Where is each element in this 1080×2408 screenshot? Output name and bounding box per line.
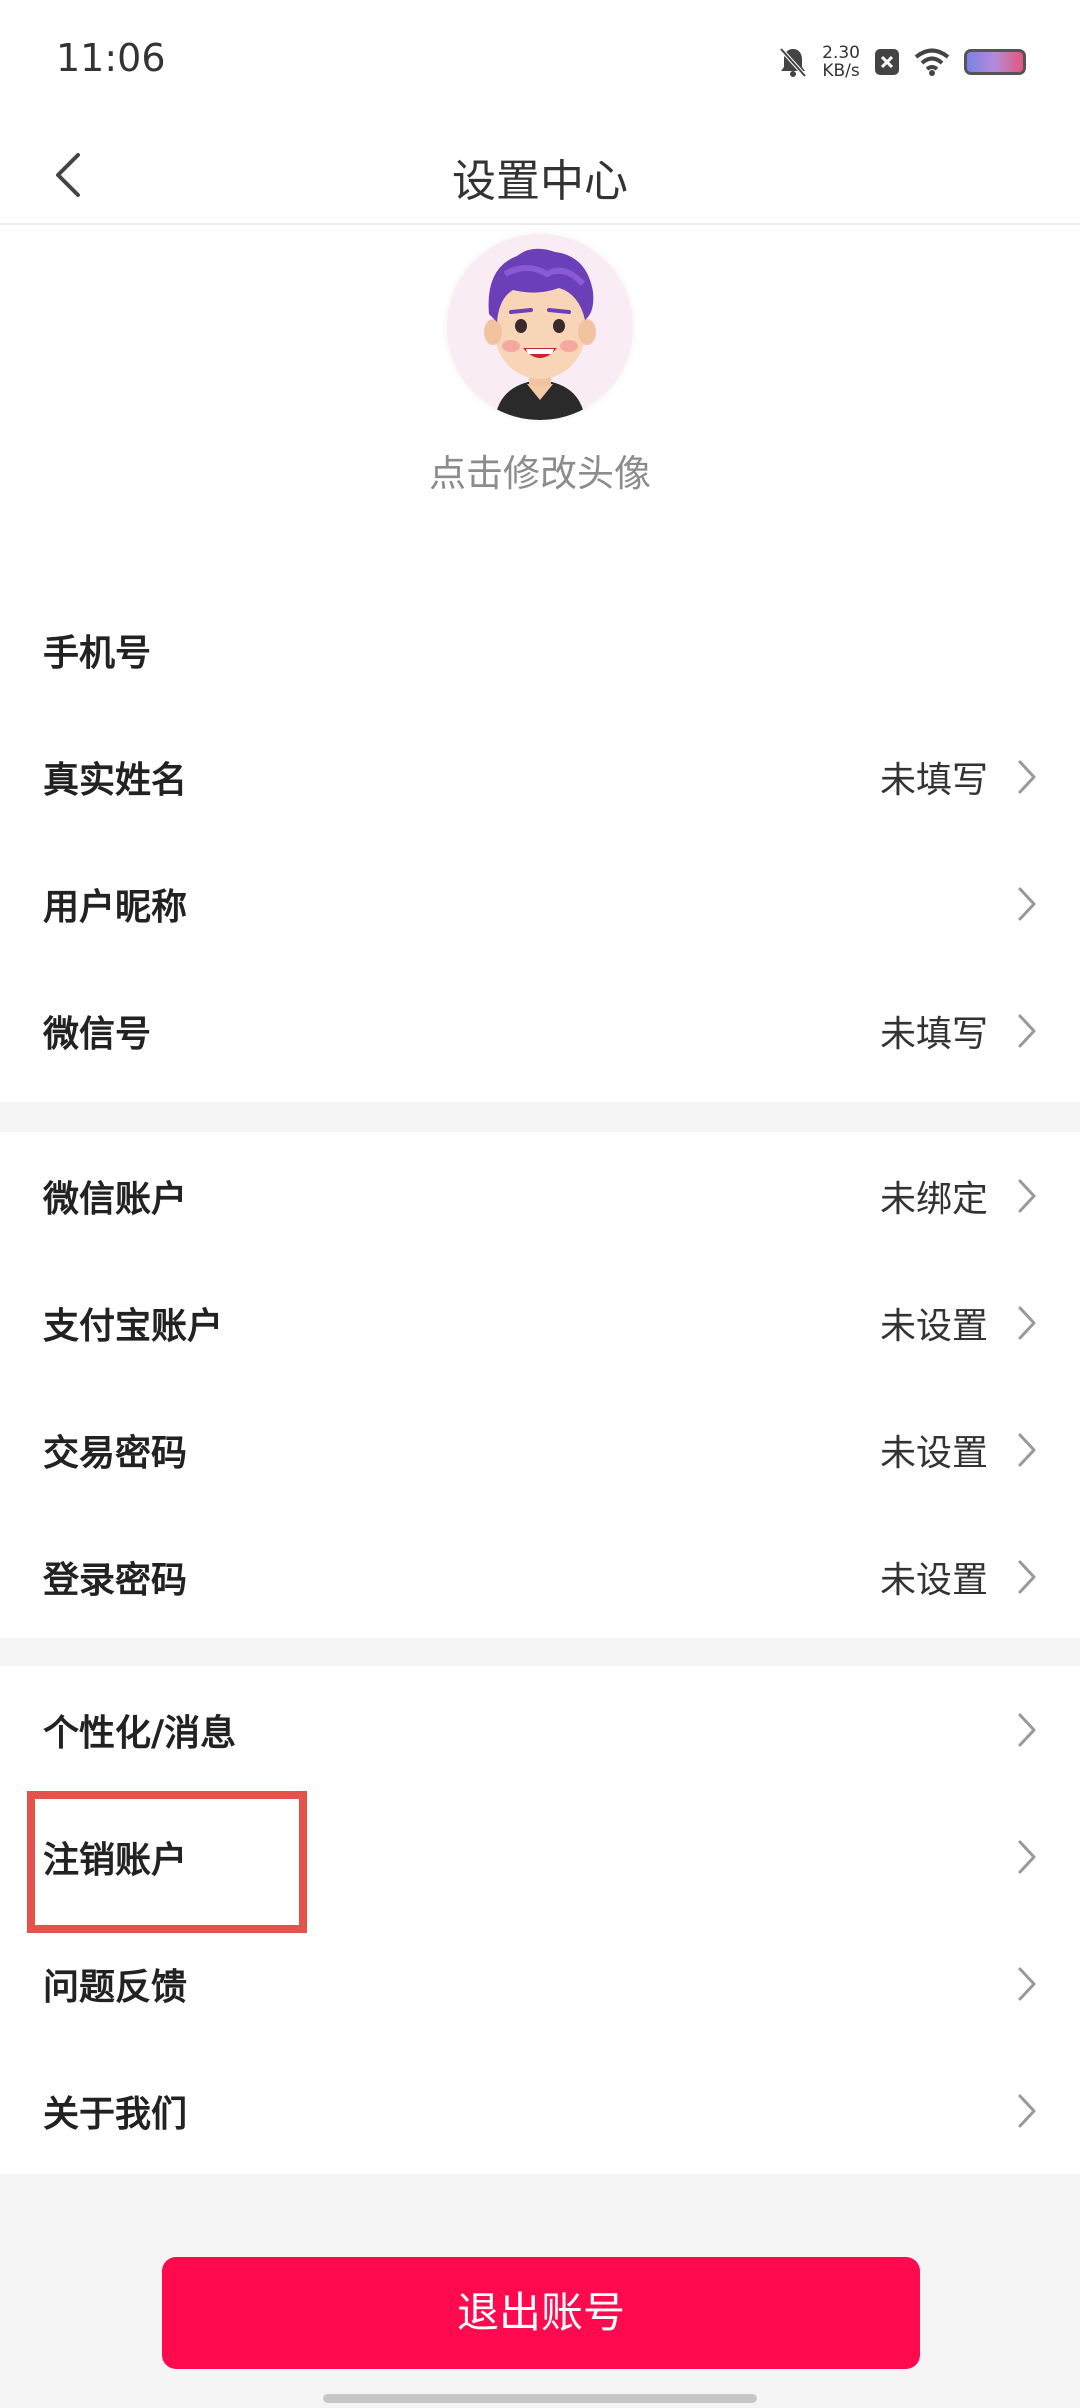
row-value: 未填写 [879, 760, 988, 801]
row-login-password[interactable]: 登录密码 未设置 [0, 1513, 1080, 1640]
chevron-right-icon [1018, 1560, 1036, 1594]
bell-muted-icon [779, 47, 807, 78]
row-value: 未设置 [879, 1306, 988, 1347]
row-label: 问题反馈 [43, 1967, 188, 2008]
chevron-right-icon [1018, 1840, 1036, 1874]
net-speed-unit: KB/s [822, 61, 860, 81]
row-label: 注销账户 [43, 1840, 188, 1881]
row-real-name[interactable]: 真实姓名 未填写 [0, 713, 1080, 840]
battery-icon [964, 49, 1026, 75]
net-speed-value: 2.30 [822, 43, 860, 63]
profile-section: 点击修改头像 [0, 225, 1080, 580]
chevron-right-icon [1018, 1713, 1036, 1747]
settings-group-profile: 手机号 真实姓名 未填写 用户昵称 微信号 未填写 [0, 580, 1080, 1102]
net-speed: 2.30 KB/s [822, 44, 860, 80]
row-value: 未设置 [879, 1560, 988, 1601]
chevron-right-icon [1018, 1014, 1036, 1048]
settings-group-misc: 个性化/消息 注销账户 问题反馈 关于我们 [0, 1666, 1080, 2174]
avatar-illustration [447, 234, 633, 420]
row-personalization[interactable]: 个性化/消息 [0, 1666, 1080, 1793]
row-label: 手机号 [43, 633, 152, 674]
row-wechat-account[interactable]: 微信账户 未绑定 [0, 1132, 1080, 1259]
row-nickname[interactable]: 用户昵称 [0, 840, 1080, 967]
row-alipay-account[interactable]: 支付宝账户 未设置 [0, 1259, 1080, 1386]
row-label: 真实姓名 [43, 760, 188, 801]
row-cancel-account[interactable]: 注销账户 [0, 1793, 1080, 1920]
home-indicator [323, 2394, 757, 2403]
row-value: 未设置 [879, 1433, 988, 1474]
settings-group-accounts: 微信账户 未绑定 支付宝账户 未设置 交易密码 未设置 登录密码 未设置 [0, 1132, 1080, 1638]
avatar[interactable] [447, 234, 633, 420]
row-label: 个性化/消息 [43, 1713, 237, 1754]
row-value: 未绑定 [879, 1179, 988, 1220]
logout-button[interactable]: 退出账号 [162, 2257, 920, 2369]
row-label: 关于我们 [43, 2094, 188, 2135]
row-phone[interactable]: 手机号 [0, 586, 1080, 713]
row-wechat-id[interactable]: 微信号 未填写 [0, 967, 1080, 1094]
row-label: 登录密码 [43, 1560, 188, 1601]
row-label: 用户昵称 [43, 887, 188, 928]
chevron-right-icon [1018, 1433, 1036, 1467]
row-trade-password[interactable]: 交易密码 未设置 [0, 1386, 1080, 1513]
chevron-right-icon [1018, 2094, 1036, 2128]
row-feedback[interactable]: 问题反馈 [0, 1920, 1080, 2047]
row-label: 微信账户 [43, 1179, 188, 1220]
close-box-icon [875, 49, 899, 75]
row-value: 未填写 [879, 1014, 988, 1055]
wifi-icon [914, 48, 950, 76]
row-label: 支付宝账户 [43, 1306, 224, 1347]
chevron-right-icon [1018, 1967, 1036, 2001]
status-icons: 2.30 KB/s [778, 40, 1026, 84]
page-title: 设置中心 [452, 156, 628, 207]
chevron-right-icon [1018, 760, 1036, 794]
header-bar: 设置中心 [0, 125, 1080, 225]
chevron-right-icon [1018, 1179, 1036, 1213]
row-label: 交易密码 [43, 1433, 188, 1474]
chevron-right-icon [1018, 887, 1036, 921]
row-about-us[interactable]: 关于我们 [0, 2047, 1080, 2174]
row-label: 微信号 [43, 1014, 152, 1055]
chevron-right-icon [1018, 1306, 1036, 1340]
status-bar: 11:06 2.30 KB/s [0, 0, 1080, 125]
status-time: 11:06 [56, 36, 166, 80]
avatar-hint[interactable]: 点击修改头像 [0, 443, 1080, 497]
